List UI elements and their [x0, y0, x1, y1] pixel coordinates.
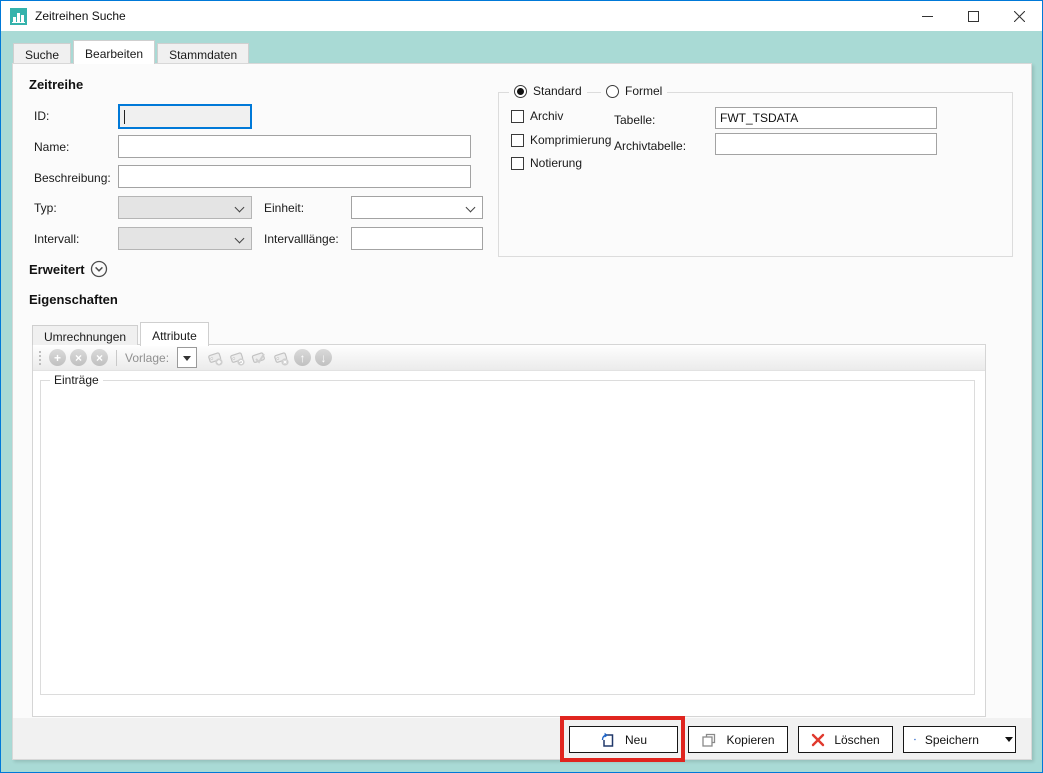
tabelle-input[interactable]: [715, 107, 937, 129]
title-bar: Zeitreihen Suche: [1, 1, 1042, 31]
window-title: Zeitreihen Suche: [35, 9, 126, 23]
archivtabelle-input[interactable]: [715, 133, 937, 155]
vorlage-dropdown[interactable]: [177, 347, 197, 368]
tab-stammdaten[interactable]: Stammdaten: [157, 43, 249, 63]
eintraege-label: Einträge: [50, 373, 103, 387]
vorlage-remove-icon[interactable]: [272, 349, 290, 367]
radio-formel[interactable]: Formel: [601, 84, 667, 98]
kopieren-button[interactable]: Kopieren: [688, 726, 788, 753]
loeschen-button[interactable]: Löschen: [798, 726, 893, 753]
chevron-down-icon: [235, 203, 245, 213]
radio-formel-icon: [606, 85, 619, 98]
cross-icon: ×: [75, 352, 82, 364]
id-input[interactable]: [118, 104, 252, 129]
vorlage-label: Vorlage:: [125, 351, 169, 365]
zeitreihen-suche-window: Zeitreihen Suche Suche Bearbeiten Stammd…: [0, 0, 1043, 773]
toolbar-grip-handle[interactable]: [38, 350, 43, 366]
einheit-label: Einheit:: [264, 201, 304, 215]
tab-attribute[interactable]: Attribute: [140, 322, 209, 346]
eintraege-groupbox[interactable]: Einträge: [40, 380, 975, 695]
chevron-down-icon: [183, 356, 191, 361]
save-floppy-icon: [914, 732, 916, 747]
archivtabelle-label: Archivtabelle:: [614, 139, 686, 153]
typ-label: Typ:: [34, 201, 57, 215]
toolbar-separator: [116, 350, 117, 366]
maximize-button[interactable]: [950, 1, 996, 31]
intervall-dropdown[interactable]: [118, 227, 252, 250]
intervalllaenge-label: Intervalllänge:: [264, 232, 339, 246]
app-chart-icon: [10, 8, 27, 25]
attribute-page: + × × Vorlage: ↑ ↓: [32, 344, 986, 717]
arrow-up-icon: ↑: [300, 352, 306, 364]
erweitert-label: Erweitert: [29, 262, 85, 277]
move-down-button[interactable]: ↓: [315, 349, 332, 366]
arrow-down-icon: ↓: [321, 352, 327, 364]
close-button[interactable]: [996, 1, 1042, 31]
minimize-icon: [922, 11, 933, 22]
checkbox-archiv[interactable]: Archiv: [511, 109, 563, 123]
tab-bearbeiten[interactable]: Bearbeiten: [73, 40, 155, 64]
chevron-down-icon: [466, 203, 476, 213]
maximize-icon: [968, 11, 979, 22]
attribute-page-body: Einträge: [33, 371, 985, 717]
move-up-button[interactable]: ↑: [294, 349, 311, 366]
bearbeiten-panel: Zeitreihe ID: Name: Beschreibung: Typ: E…: [12, 63, 1032, 760]
checkbox-komprimierung-icon: [511, 134, 524, 147]
radio-standard[interactable]: Standard: [509, 84, 587, 98]
cross-icon: ×: [96, 352, 103, 364]
tab-suche[interactable]: Suche: [13, 43, 71, 63]
checkbox-archiv-icon: [511, 110, 524, 123]
save-dropdown-arrow-icon[interactable]: [1005, 737, 1013, 742]
delete-x-icon: [811, 733, 825, 747]
speichern-button[interactable]: Speichern: [903, 726, 1016, 753]
name-input[interactable]: [118, 135, 471, 158]
mode-groupbox: Standard Formel Archiv Komprimierung Not…: [498, 92, 1013, 257]
minimize-button[interactable]: [904, 1, 950, 31]
einheit-dropdown[interactable]: [351, 196, 483, 219]
eigenschaften-section-title: Eigenschaften: [29, 292, 118, 307]
new-page-icon: [600, 732, 616, 748]
checkbox-komprimierung[interactable]: Komprimierung: [511, 133, 611, 147]
beschreibung-input[interactable]: [118, 165, 471, 188]
expand-chevron-icon[interactable]: [90, 260, 108, 278]
remove-entry-button[interactable]: ×: [70, 349, 87, 366]
intervall-label: Intervall:: [34, 232, 79, 246]
vorlage-apply-icon[interactable]: [250, 349, 268, 367]
radio-standard-icon: [514, 85, 527, 98]
checkbox-notierung-icon: [511, 157, 524, 170]
add-entry-button[interactable]: +: [49, 349, 66, 366]
tab-umrechnungen[interactable]: Umrechnungen: [32, 325, 138, 345]
attribute-toolbar: + × × Vorlage: ↑ ↓: [33, 345, 985, 371]
text-caret: [124, 110, 125, 124]
id-label: ID:: [34, 109, 49, 123]
erweitert-expander[interactable]: Erweitert: [29, 260, 108, 278]
beschreibung-label: Beschreibung:: [34, 171, 111, 185]
typ-dropdown[interactable]: [118, 196, 252, 219]
chevron-down-icon: [235, 234, 245, 244]
name-label: Name:: [34, 140, 69, 154]
intervalllaenge-input[interactable]: [351, 227, 483, 250]
eigenschaften-tab-strip: Umrechnungen Attribute: [32, 320, 211, 345]
zeitreihe-section-title: Zeitreihe: [29, 77, 83, 92]
plus-icon: +: [54, 352, 61, 364]
remove-all-entries-button[interactable]: ×: [91, 349, 108, 366]
vorlage-add-icon[interactable]: [206, 349, 224, 367]
tabelle-label: Tabelle:: [614, 113, 655, 127]
copy-icon: [701, 732, 717, 748]
main-tab-strip: Suche Bearbeiten Stammdaten: [13, 32, 251, 63]
checkbox-notierung[interactable]: Notierung: [511, 156, 582, 170]
neu-button[interactable]: Neu: [569, 726, 678, 753]
close-icon: [1014, 11, 1025, 22]
vorlage-refresh-icon[interactable]: [228, 349, 246, 367]
